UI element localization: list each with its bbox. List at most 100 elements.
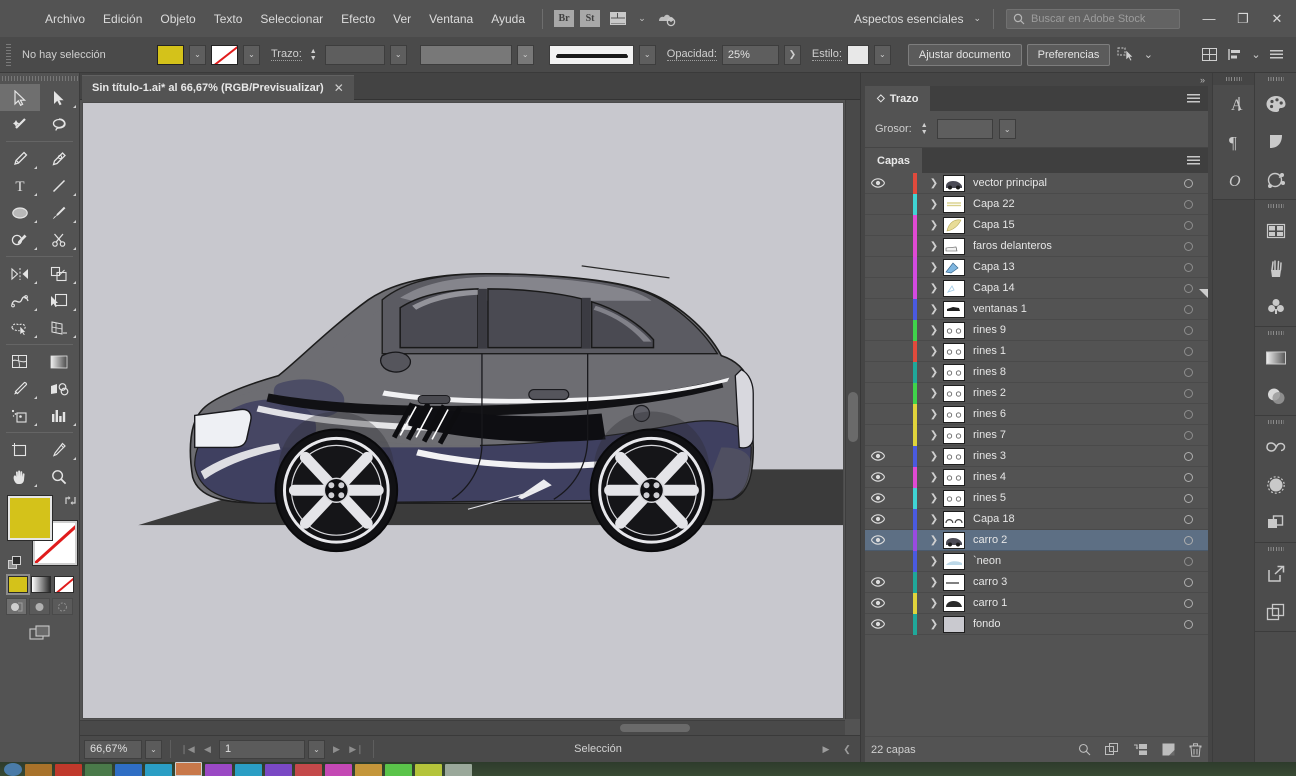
panel-options-icon[interactable]: [1266, 44, 1288, 66]
layer-name[interactable]: fondo: [973, 618, 1168, 630]
creative-cloud-sync-icon[interactable]: [653, 8, 679, 30]
artboards-panel-icon[interactable]: [1255, 593, 1296, 631]
rail-right-gripper[interactable]: [1255, 73, 1296, 85]
default-fill-stroke-icon[interactable]: [8, 556, 22, 570]
layer-name[interactable]: carro 3: [973, 576, 1168, 588]
brush-definition-swatch[interactable]: [549, 45, 634, 65]
fill-color-indicator[interactable]: [8, 496, 52, 540]
layer-target-indicator[interactable]: [1168, 326, 1208, 335]
ellipse-tool[interactable]: [0, 199, 40, 226]
zoom-level-input[interactable]: 66,67%: [84, 740, 142, 759]
layer-name[interactable]: rines 1: [973, 345, 1168, 357]
none-mode-button[interactable]: [54, 576, 74, 593]
taskbar-item-1[interactable]: [25, 764, 52, 776]
gradient-mode-button[interactable]: [31, 576, 51, 593]
scale-tool[interactable]: [40, 260, 80, 287]
layer-visibility-toggle[interactable]: [865, 514, 891, 524]
layer-row--neon[interactable]: ❯`neon: [865, 551, 1208, 572]
blend-tool[interactable]: [40, 375, 80, 402]
new-layer-icon[interactable]: [1162, 743, 1175, 756]
layer-name[interactable]: faros delanteros: [973, 240, 1168, 252]
vertical-scroll-thumb[interactable]: [848, 392, 858, 442]
layer-expand-icon[interactable]: ❯: [925, 493, 943, 504]
layer-row-ventanas-1[interactable]: ❯ventanas 1: [865, 299, 1208, 320]
curvature-tool[interactable]: [40, 145, 80, 172]
style-chevron-down-icon[interactable]: ⌄: [874, 45, 891, 65]
start-orb[interactable]: [4, 763, 22, 776]
arrange-grid-icon[interactable]: [1198, 44, 1220, 66]
layer-target-indicator[interactable]: [1168, 599, 1208, 608]
canvas-vertical-scrollbar[interactable]: [845, 100, 860, 719]
layer-name[interactable]: ventanas 1: [973, 303, 1168, 315]
artboard-tool[interactable]: [0, 436, 40, 463]
taskbar-item-7[interactable]: [235, 764, 262, 776]
align-chevron-down-icon[interactable]: ⌄: [1250, 44, 1262, 66]
dock-expand-icon[interactable]: »: [1200, 75, 1204, 85]
taskbar-item-5[interactable]: [145, 764, 172, 776]
arrange-documents-icon[interactable]: [605, 8, 631, 30]
layer-visibility-toggle[interactable]: [865, 451, 891, 461]
layer-row-capa-22[interactable]: ❯Capa 22: [865, 194, 1208, 215]
swap-fill-stroke-icon[interactable]: [64, 494, 77, 507]
layer-expand-icon[interactable]: ❯: [925, 388, 943, 399]
layer-visibility-toggle[interactable]: [865, 535, 891, 545]
layer-expand-icon[interactable]: ❯: [925, 199, 943, 210]
graphic-style-swatch[interactable]: [847, 45, 869, 65]
layer-visibility-toggle[interactable]: [865, 598, 891, 608]
stroke-weight-chevron-down-icon[interactable]: ⌄: [390, 45, 407, 65]
taskbar-item-13[interactable]: [415, 764, 442, 776]
layer-expand-icon[interactable]: ❯: [925, 619, 943, 630]
layers-panel-menu-icon[interactable]: [1187, 148, 1200, 173]
pathfinder-panel-icon[interactable]: [1255, 504, 1296, 542]
menu-texto[interactable]: Texto: [205, 8, 252, 30]
layer-row-rines-4[interactable]: ❯rines 4: [865, 467, 1208, 488]
taskbar-item-8[interactable]: [265, 764, 292, 776]
taskbar-item-2[interactable]: [55, 764, 82, 776]
layer-target-indicator[interactable]: [1168, 179, 1208, 188]
make-subLayer-icon[interactable]: [1105, 743, 1119, 756]
layer-expand-icon[interactable]: ❯: [925, 409, 943, 420]
layer-target-indicator[interactable]: [1168, 305, 1208, 314]
stroke-weight-input[interactable]: [325, 45, 385, 65]
locate-object-icon[interactable]: [1078, 743, 1091, 756]
fill-chevron-down-icon[interactable]: ⌄: [189, 45, 206, 65]
stroke-weight-field[interactable]: [937, 119, 993, 139]
opacity-input[interactable]: 25%: [722, 45, 779, 65]
layer-name[interactable]: carro 2: [973, 534, 1168, 546]
layer-expand-icon[interactable]: ❯: [925, 535, 943, 546]
layer-row-rines-5[interactable]: ❯rines 5: [865, 488, 1208, 509]
document-tab-close-icon[interactable]: ✕: [334, 81, 344, 95]
status-resize-icon[interactable]: ❮: [838, 744, 856, 755]
layer-expand-icon[interactable]: ❯: [925, 514, 943, 525]
layer-target-indicator[interactable]: [1168, 389, 1208, 398]
workspace-switcher-label[interactable]: Aspectos esenciales: [848, 12, 969, 26]
perspective-grid-tool[interactable]: [40, 314, 80, 341]
layer-expand-icon[interactable]: ❯: [925, 283, 943, 294]
shape-builder-tool[interactable]: [0, 314, 40, 341]
menu-ventana[interactable]: Ventana: [420, 8, 482, 30]
layer-target-indicator[interactable]: [1168, 494, 1208, 503]
menu-archivo[interactable]: Archivo: [36, 8, 94, 30]
gradient-panel-icon[interactable]: [1255, 339, 1296, 377]
column-graph-tool[interactable]: [40, 402, 80, 429]
document-setup-button[interactable]: Ajustar documento: [908, 44, 1022, 66]
draw-normal-button[interactable]: [6, 598, 27, 615]
layer-row-capa-14[interactable]: ❯Capa 14: [865, 278, 1208, 299]
glyphs-panel-icon[interactable]: O: [1213, 161, 1254, 199]
zoom-chevron-down-icon[interactable]: ⌄: [145, 740, 162, 759]
stroke-weight-stepper[interactable]: ▲▼: [918, 119, 931, 139]
layer-expand-icon[interactable]: ❯: [925, 178, 943, 189]
canvas-horizontal-scrollbar[interactable]: [80, 720, 845, 735]
layer-name[interactable]: rines 2: [973, 387, 1168, 399]
rotate-reflect-tool[interactable]: [0, 260, 40, 287]
layer-expand-icon[interactable]: ❯: [925, 262, 943, 273]
layer-row-capa-15[interactable]: ❯Capa 15: [865, 215, 1208, 236]
layer-target-indicator[interactable]: [1168, 221, 1208, 230]
transparency-panel-icon[interactable]: [1255, 377, 1296, 415]
layer-name[interactable]: carro 1: [973, 597, 1168, 609]
minimize-button[interactable]: —: [1192, 6, 1226, 32]
color-mode-button[interactable]: [8, 576, 28, 593]
rail-assets-gripper[interactable]: [1255, 200, 1296, 212]
stroke-profile-input[interactable]: [420, 45, 512, 65]
preferences-button[interactable]: Preferencias: [1027, 44, 1111, 66]
